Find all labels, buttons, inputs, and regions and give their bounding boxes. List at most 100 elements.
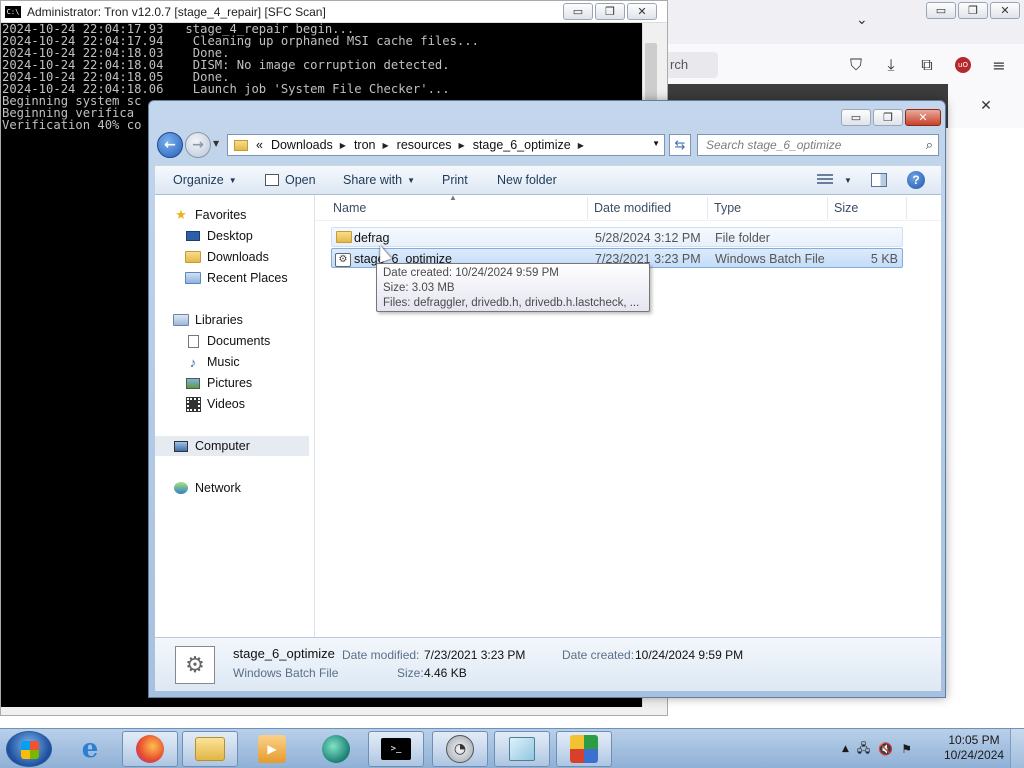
libraries-icon [173, 313, 189, 327]
new-folder-button[interactable]: New folder [497, 173, 557, 187]
breadcrumb-tron[interactable]: tron ▶ [354, 138, 389, 152]
start-button[interactable] [6, 731, 52, 767]
taskbar-tron-button[interactable] [556, 731, 612, 767]
search-placeholder: Search stage_6_optimize [706, 138, 842, 152]
details-file-name: stage_6_optimize [233, 646, 335, 661]
taskbar-explorer-button[interactable] [182, 731, 238, 767]
downloads-folder-icon [185, 250, 201, 264]
browser-minimize-button[interactable]: ▭ [926, 2, 956, 19]
file-size: 5 KB [870, 252, 898, 266]
file-list[interactable]: ▲ Name Date modified Type Size defrag 5/… [315, 193, 941, 637]
nav-pictures[interactable]: Pictures [185, 373, 252, 393]
nav-music[interactable]: ♪ Music [185, 352, 240, 372]
file-type: Windows Batch File [715, 252, 825, 266]
preview-pane-button[interactable] [871, 173, 887, 187]
recent-pages-chevron-icon[interactable]: ▼ [213, 139, 219, 148]
column-size[interactable]: Size [834, 201, 858, 215]
console-scroll-thumb[interactable] [645, 43, 657, 103]
volume-muted-icon[interactable]: 🔇 [878, 742, 893, 756]
chevron-down-icon: ▼ [844, 175, 852, 185]
taskbar: e ▶ >_ ◔ ▲ 🖧 🔇 ⚑ 10:05 PM 10/24/2024 [0, 728, 1024, 768]
help-icon: ? [907, 171, 925, 189]
nav-network[interactable]: Network [173, 478, 241, 498]
console-close-button[interactable]: ✕ [627, 3, 657, 20]
breadcrumb-stage-6-optimize[interactable]: stage_6_optimize ▶ [473, 138, 584, 152]
explorer-restore-button[interactable]: ❐ [873, 109, 903, 126]
breadcrumb-overflow[interactable]: « [256, 138, 263, 152]
browser-close-button[interactable]: ✕ [990, 2, 1020, 19]
taskbar-firefox-button[interactable] [122, 731, 178, 767]
taskbar-clock-app-button[interactable]: ◔ [432, 731, 488, 767]
nav-desktop[interactable]: Desktop [185, 226, 253, 246]
browser-restore-button[interactable]: ❐ [958, 2, 988, 19]
table-row[interactable]: defrag 5/28/2024 3:12 PM File folder [331, 227, 903, 247]
explorer-window[interactable]: ▭ ❐ ✕ ← → ▼ « Downloads ▶ tron ▶ resources… [148, 100, 946, 698]
tab-list-chevron-icon[interactable]: ⌄ [856, 12, 868, 28]
extensions-icon[interactable]: ⧉ [916, 54, 938, 76]
batch-file-icon: ⚙ [335, 251, 351, 267]
taskbar-ie-button[interactable]: e [62, 731, 118, 767]
help-button[interactable]: ? [907, 171, 925, 189]
browser-tabstrip: ⌄ ▭ ❐ ✕ [668, 0, 1024, 44]
chevron-down-icon: ▼ [228, 175, 237, 185]
taskbar-notepad-button[interactable] [494, 731, 550, 767]
explorer-minimize-button[interactable]: ▭ [841, 109, 871, 126]
nav-downloads[interactable]: Downloads [185, 247, 269, 267]
refresh-button[interactable]: ⇆ [669, 134, 691, 156]
preview-pane-icon [871, 173, 887, 187]
network-status-icon[interactable]: 🖧 [857, 739, 870, 760]
file-explorer-icon [195, 737, 225, 761]
change-view-button[interactable]: ▼ [817, 174, 852, 186]
pocket-icon[interactable]: ⛉ [845, 54, 867, 76]
breadcrumb-downloads[interactable]: Downloads ▶ [271, 138, 346, 152]
network-icon [173, 481, 189, 495]
chevron-right-icon[interactable]: ▶ [340, 141, 346, 150]
menu-icon[interactable]: ≡ [988, 54, 1010, 76]
breadcrumb-resources[interactable]: resources ▶ [397, 138, 465, 152]
taskbar-media-player-button[interactable]: ▶ [244, 731, 300, 767]
open-button[interactable]: Open [265, 173, 316, 187]
address-dropdown-icon[interactable]: ▼ [652, 139, 660, 148]
explorer-close-button[interactable]: ✕ [905, 109, 941, 126]
close-notification-icon[interactable]: ✕ [980, 98, 992, 114]
console-minimize-button[interactable]: ▭ [563, 3, 593, 20]
address-bar[interactable]: « Downloads ▶ tron ▶ resources ▶ stage_6_op… [227, 134, 665, 156]
folder-info-tooltip: Date created: 10/24/2024 9:59 PM Size: 3… [376, 263, 650, 312]
nav-favorites[interactable]: ★ Favorites [173, 205, 246, 225]
ublock-icon[interactable]: uO [952, 54, 974, 76]
print-button[interactable]: Print [442, 173, 468, 187]
nav-videos[interactable]: Videos [185, 394, 245, 414]
taskbar-clock[interactable]: 10:05 PM 10/24/2024 [944, 733, 1004, 763]
nav-documents[interactable]: Documents [185, 331, 270, 351]
details-date-created: 10/24/2024 9:59 PM [635, 648, 744, 662]
console-restore-button[interactable]: ❐ [595, 3, 625, 20]
search-icon[interactable]: ⌕ [926, 137, 933, 153]
show-hidden-icons-icon[interactable]: ▲ [842, 744, 849, 754]
details-pane: ⚙ stage_6_optimize Windows Batch File Da… [155, 637, 941, 691]
chevron-right-icon[interactable]: ▶ [383, 141, 389, 150]
nav-computer[interactable]: Computer [155, 436, 309, 456]
tooltip-size: Size: 3.03 MB [383, 282, 455, 294]
column-name[interactable]: Name [333, 201, 366, 215]
nav-recent-places[interactable]: Recent Places [185, 268, 288, 288]
search-input[interactable]: Search stage_6_optimize ⌕ [697, 134, 939, 156]
share-with-button[interactable]: Share with ▼ [343, 173, 415, 187]
forward-button[interactable]: → [185, 132, 211, 158]
tron-app-icon [570, 735, 598, 763]
column-date-modified[interactable]: Date modified [594, 201, 671, 215]
browser-search-field[interactable]: rch [668, 52, 718, 78]
taskbar-cmd-button[interactable]: >_ [368, 731, 424, 767]
back-button[interactable]: ← [157, 132, 183, 158]
music-icon: ♪ [189, 354, 197, 370]
details-size-label: Size: [397, 666, 424, 680]
action-center-flag-icon[interactable]: ⚑ [901, 742, 912, 756]
chevron-right-icon[interactable]: ▶ [578, 141, 584, 150]
nav-libraries[interactable]: Libraries [173, 310, 243, 330]
browser-search-text: rch [670, 57, 689, 72]
chevron-right-icon[interactable]: ▶ [459, 141, 465, 150]
taskbar-app-button[interactable] [308, 731, 364, 767]
show-desktop-button[interactable] [1010, 729, 1024, 768]
organize-button[interactable]: Organize ▼ [173, 173, 237, 187]
download-icon[interactable]: ⤓ [880, 54, 902, 76]
column-type[interactable]: Type [714, 201, 741, 215]
